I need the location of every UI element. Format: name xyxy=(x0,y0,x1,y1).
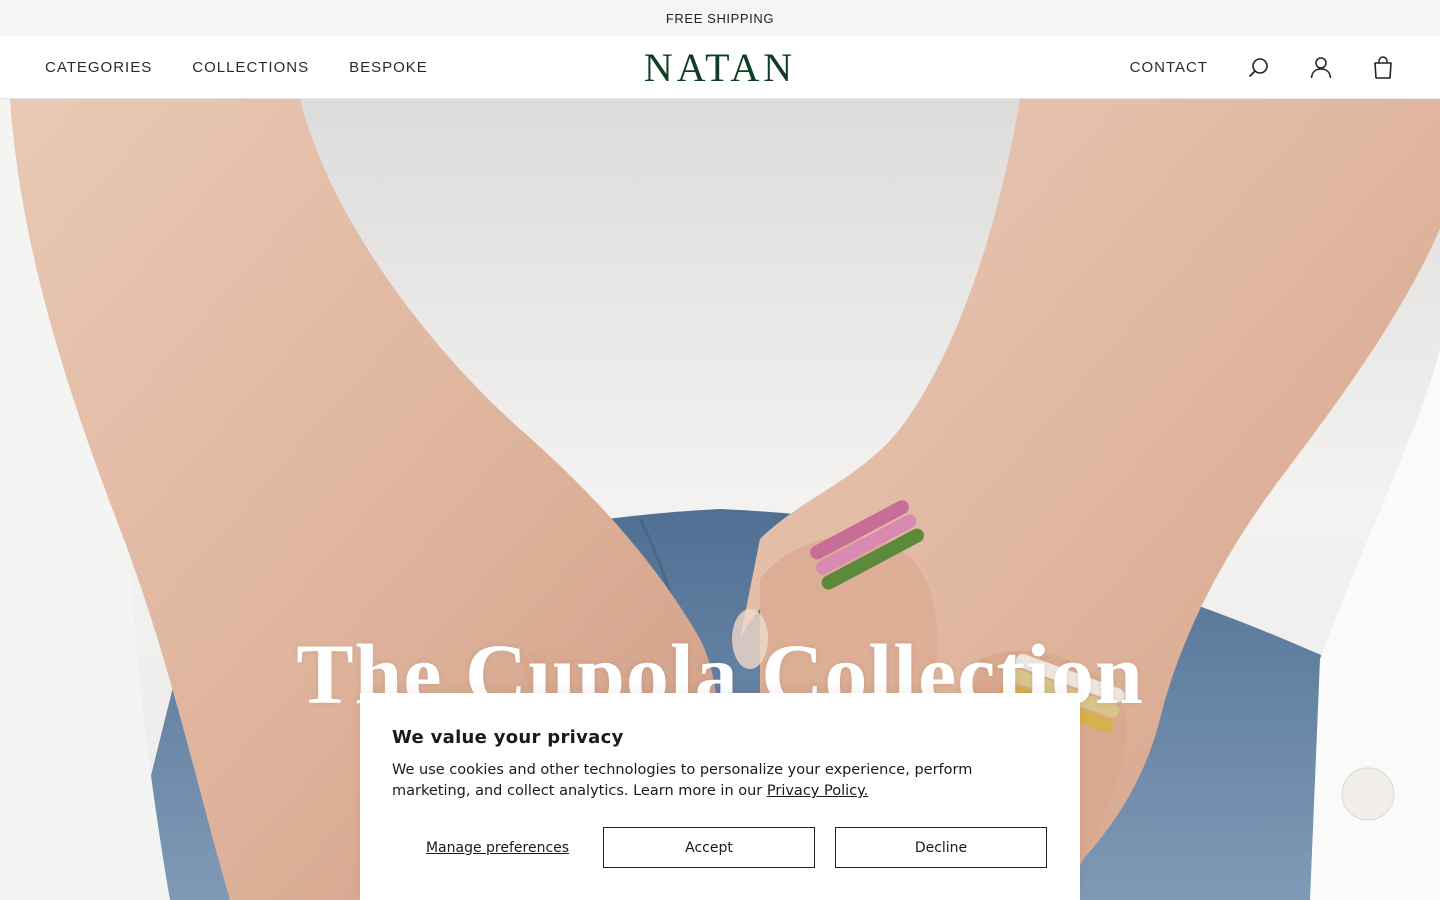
cookie-body-text: We use cookies and other technologies to… xyxy=(392,762,973,799)
announcement-bar: FREE SHIPPING xyxy=(0,0,1440,36)
nav-contact[interactable]: CONTACT xyxy=(1130,59,1208,76)
decline-button[interactable]: Decline xyxy=(835,827,1047,868)
account-icon[interactable] xyxy=(1310,56,1332,80)
brand-logo[interactable]: NATAN xyxy=(600,44,840,90)
accept-button[interactable]: Accept xyxy=(603,827,815,868)
nav-categories[interactable]: CATEGORIES xyxy=(45,59,152,76)
bag-icon[interactable] xyxy=(1372,55,1394,80)
cookie-heading: We value your privacy xyxy=(392,727,624,748)
nav-collections[interactable]: COLLECTIONS xyxy=(192,59,309,76)
site-header: CATEGORIES COLLECTIONS BESPOKE NATAN CON… xyxy=(0,36,1440,99)
cookie-body: We use cookies and other technologies to… xyxy=(392,760,1002,802)
announcement-text: FREE SHIPPING xyxy=(665,10,775,26)
utility-nav: CONTACT xyxy=(1130,36,1394,99)
manage-preferences-button[interactable]: Manage preferences xyxy=(392,827,603,868)
nav-bespoke[interactable]: BESPOKE xyxy=(349,59,428,76)
search-icon[interactable] xyxy=(1248,56,1270,80)
privacy-policy-link[interactable]: Privacy Policy. xyxy=(767,783,868,799)
cookie-consent-banner: We value your privacy We use cookies and… xyxy=(360,693,1080,900)
primary-nav: CATEGORIES COLLECTIONS BESPOKE xyxy=(45,36,428,99)
cookie-actions: Manage preferences Accept Decline xyxy=(392,827,1048,868)
